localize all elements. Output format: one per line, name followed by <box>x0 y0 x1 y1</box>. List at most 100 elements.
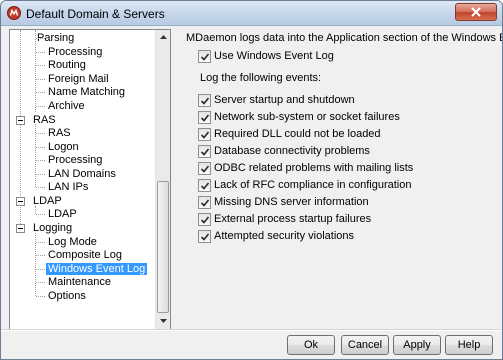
tree-item-ras-processing[interactable]: Processing <box>46 154 104 167</box>
tree-item-maintenance[interactable]: Maintenance <box>46 276 113 289</box>
checkbox-label: Use Windows Event Log <box>214 50 334 62</box>
tree-item-archive[interactable]: Archive <box>46 100 87 113</box>
tree-connector <box>36 174 45 175</box>
tree-item-label: LDAP <box>48 208 77 220</box>
checkbox-box[interactable] <box>198 50 211 63</box>
tree-connector <box>36 65 45 66</box>
checkbox-box[interactable] <box>198 128 211 141</box>
arrow-down-icon <box>160 319 167 323</box>
tree-item-composite-log[interactable]: Composite Log <box>46 249 124 262</box>
tree-item-label: Windows Event Log <box>46 263 148 275</box>
checkbox-box[interactable] <box>198 111 211 124</box>
tree-item-label: Routing <box>48 59 86 71</box>
tree-item-options[interactable]: Options <box>46 290 88 303</box>
use-event-log-checkbox[interactable]: Use Windows Event Log <box>198 50 334 63</box>
tree-item-label: LAN IPs <box>48 181 89 193</box>
collapse-ldap-icon[interactable] <box>16 197 25 206</box>
checkbox-box[interactable] <box>198 213 211 226</box>
tree-connector <box>36 160 45 161</box>
tree-item-label: LAN Domains <box>48 168 116 180</box>
tree-item-log-mode[interactable]: Log Mode <box>46 236 99 249</box>
tree-item-label: Name Matching <box>48 86 126 98</box>
apply-button[interactable]: Apply <box>393 335 441 355</box>
tree-connector <box>36 255 45 256</box>
tree-connector <box>36 38 45 39</box>
tree-item-label: Foreign Mail <box>48 73 109 85</box>
checkbox-label: ODBC related problems with mailing lists <box>214 162 414 174</box>
tree-connector <box>36 92 45 93</box>
checkbox-label: Lack of RFC compliance in configuration <box>214 179 412 191</box>
tree-connector <box>36 282 45 283</box>
checkbox-box[interactable] <box>198 145 211 158</box>
tree-item-label: LDAP <box>33 195 62 207</box>
title-bar[interactable]: Default Domain & Servers <box>1 1 502 26</box>
checkbox-label: Missing DNS server information <box>214 196 369 208</box>
event-checkbox[interactable]: Server startup and shutdown <box>198 94 355 107</box>
settings-panel: MDaemon logs data into the Application s… <box>186 27 502 327</box>
scroll-down-button[interactable] <box>156 314 170 329</box>
tree-item-foreign-mail[interactable]: Foreign Mail <box>46 73 111 86</box>
tree-connector <box>36 187 45 188</box>
navigation-tree[interactable]: Parsing Parsing Processing Routing Forei… <box>9 29 171 330</box>
event-checkbox[interactable]: Required DLL could not be loaded <box>198 128 381 141</box>
collapse-logging-icon[interactable] <box>16 224 25 233</box>
checkmark-icon <box>200 97 210 105</box>
checkmark-icon <box>200 199 210 207</box>
checkbox-box[interactable] <box>198 179 211 192</box>
help-button[interactable]: Help <box>445 335 493 355</box>
checkmark-icon <box>200 165 210 173</box>
scroll-thumb[interactable] <box>157 181 169 313</box>
scroll-up-button[interactable] <box>156 30 170 45</box>
checkbox-label: Server startup and shutdown <box>214 94 355 106</box>
checkbox-box[interactable] <box>198 230 211 243</box>
dialog-client: Parsing Parsing Processing Routing Forei… <box>1 27 502 359</box>
checkbox-label: Required DLL could not be loaded <box>214 128 381 140</box>
tree-item-logon[interactable]: Logon <box>46 141 81 154</box>
close-button[interactable] <box>455 3 497 21</box>
cancel-button[interactable]: Cancel <box>341 335 389 355</box>
event-checkbox[interactable]: Missing DNS server information <box>198 196 369 209</box>
checkbox-box[interactable] <box>198 196 211 209</box>
event-checkbox[interactable]: ODBC related problems with mailing lists <box>198 162 413 175</box>
checkbox-box[interactable] <box>198 94 211 107</box>
mdaemon-app-icon <box>7 6 21 20</box>
tree-item-ras-group[interactable]: RAS <box>31 114 58 127</box>
checkmark-icon <box>200 216 210 224</box>
tree-item-ldap[interactable]: LDAP <box>46 208 79 221</box>
tree-item-lan-ips[interactable]: LAN IPs <box>46 181 90 194</box>
tree-connector <box>36 106 45 107</box>
tree-item-label: Log Mode <box>48 236 97 248</box>
tree-item-processing[interactable]: Processing <box>46 46 104 59</box>
event-checkbox[interactable]: External process startup failures <box>198 213 371 226</box>
checkbox-box[interactable] <box>198 162 211 175</box>
tree-item-lan-domains[interactable]: LAN Domains <box>46 168 118 181</box>
tree-item-ldap-group[interactable]: LDAP <box>31 195 64 208</box>
tree-item-logging-group[interactable]: Logging <box>31 222 74 235</box>
tree-item-label: Processing <box>48 46 103 58</box>
event-checkbox[interactable]: Attempted security violations <box>198 230 354 243</box>
tree-item-label: Logging <box>33 222 73 234</box>
collapse-ras-icon[interactable] <box>16 116 25 125</box>
window-title: Default Domain & Servers <box>26 7 165 21</box>
ok-button[interactable]: Ok <box>287 335 335 355</box>
tree-item-name-matching[interactable]: Name Matching <box>46 86 127 99</box>
tree-item-label: Composite Log <box>48 249 122 261</box>
tree-connector <box>36 269 45 270</box>
tree-connector <box>36 214 45 215</box>
tree-item-label: RAS <box>48 127 71 139</box>
tree-connector <box>36 147 45 148</box>
checkmark-icon <box>200 182 210 190</box>
tree-item-routing[interactable]: Routing <box>46 59 88 72</box>
arrow-up-icon <box>160 35 167 39</box>
tree-item-label: Logon <box>48 141 79 153</box>
tree-item-ras[interactable]: RAS <box>46 127 73 140</box>
tree-connector <box>36 79 45 80</box>
tree-connector <box>36 52 45 53</box>
event-checkbox[interactable]: Database connectivity problems <box>198 145 370 158</box>
event-checkbox[interactable]: Lack of RFC compliance in configuration <box>198 179 411 192</box>
event-checkbox[interactable]: Network sub-system or socket failures <box>198 111 400 124</box>
events-group-label: Log the following events: <box>200 72 322 84</box>
tree-item-parsing-text[interactable]: Parsing <box>46 32 87 45</box>
tree-scrollbar[interactable] <box>155 30 170 329</box>
tree-item-windows-event-log[interactable]: Windows Event Log <box>46 263 148 276</box>
